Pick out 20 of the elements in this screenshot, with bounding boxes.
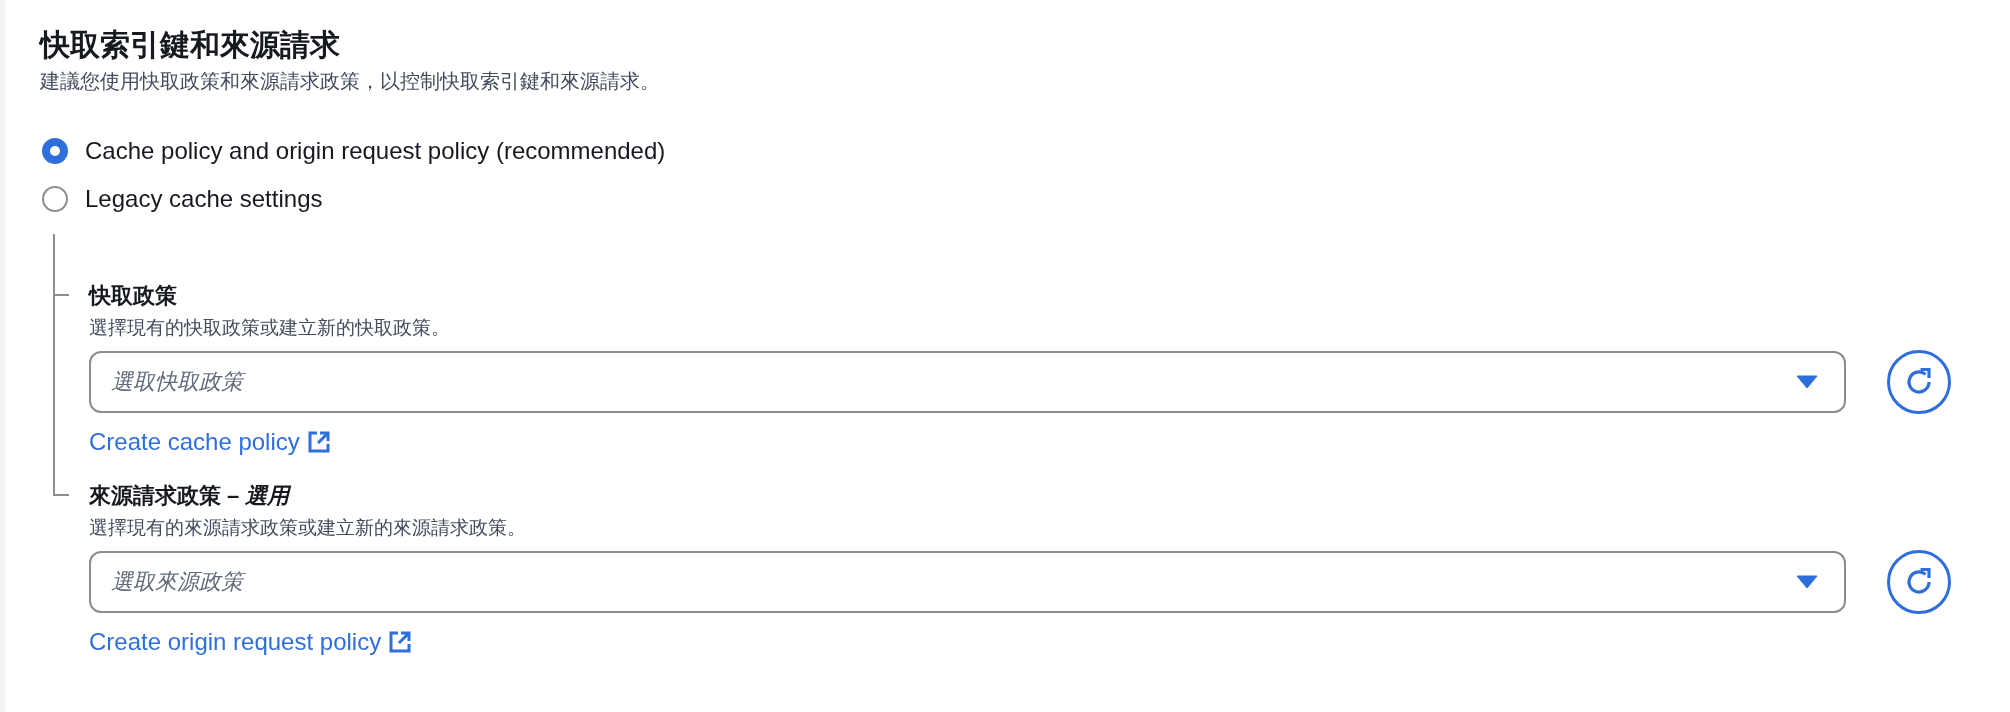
section-description: 建議您使用快取政策和來源請求政策，以控制快取索引鍵和來源請求。 — [40, 69, 661, 94]
caret-icon — [1796, 375, 1818, 389]
radio-label[interactable]: Cache policy and origin request policy (recommended) — [85, 136, 666, 166]
external-link-icon — [307, 431, 330, 453]
external-link[interactable]: Create cache policy — [89, 428, 330, 456]
radio-button[interactable] — [42, 138, 68, 164]
select-field[interactable]: 選取來源政策 — [89, 551, 1846, 613]
caret-icon — [1796, 575, 1818, 589]
radio-button[interactable] — [42, 186, 68, 212]
select-field[interactable]: 選取快取政策 — [89, 351, 1846, 413]
field-label: 快取政策 — [89, 282, 177, 310]
field-label: 來源請求政策 – 選用 — [89, 482, 290, 510]
section-heading: 快取索引鍵和來源請求 — [40, 27, 340, 63]
refresh-button[interactable] — [1887, 350, 1951, 414]
external-link-icon — [389, 631, 412, 653]
radio-label[interactable]: Legacy cache settings — [85, 184, 323, 214]
external-link[interactable]: Create origin request policy — [89, 628, 412, 656]
refresh-button[interactable] — [1887, 550, 1951, 614]
field-description: 選擇現有的快取政策或建立新的快取政策。 — [89, 316, 451, 340]
field-description: 選擇現有的來源請求政策或建立新的來源請求政策。 — [89, 516, 527, 540]
